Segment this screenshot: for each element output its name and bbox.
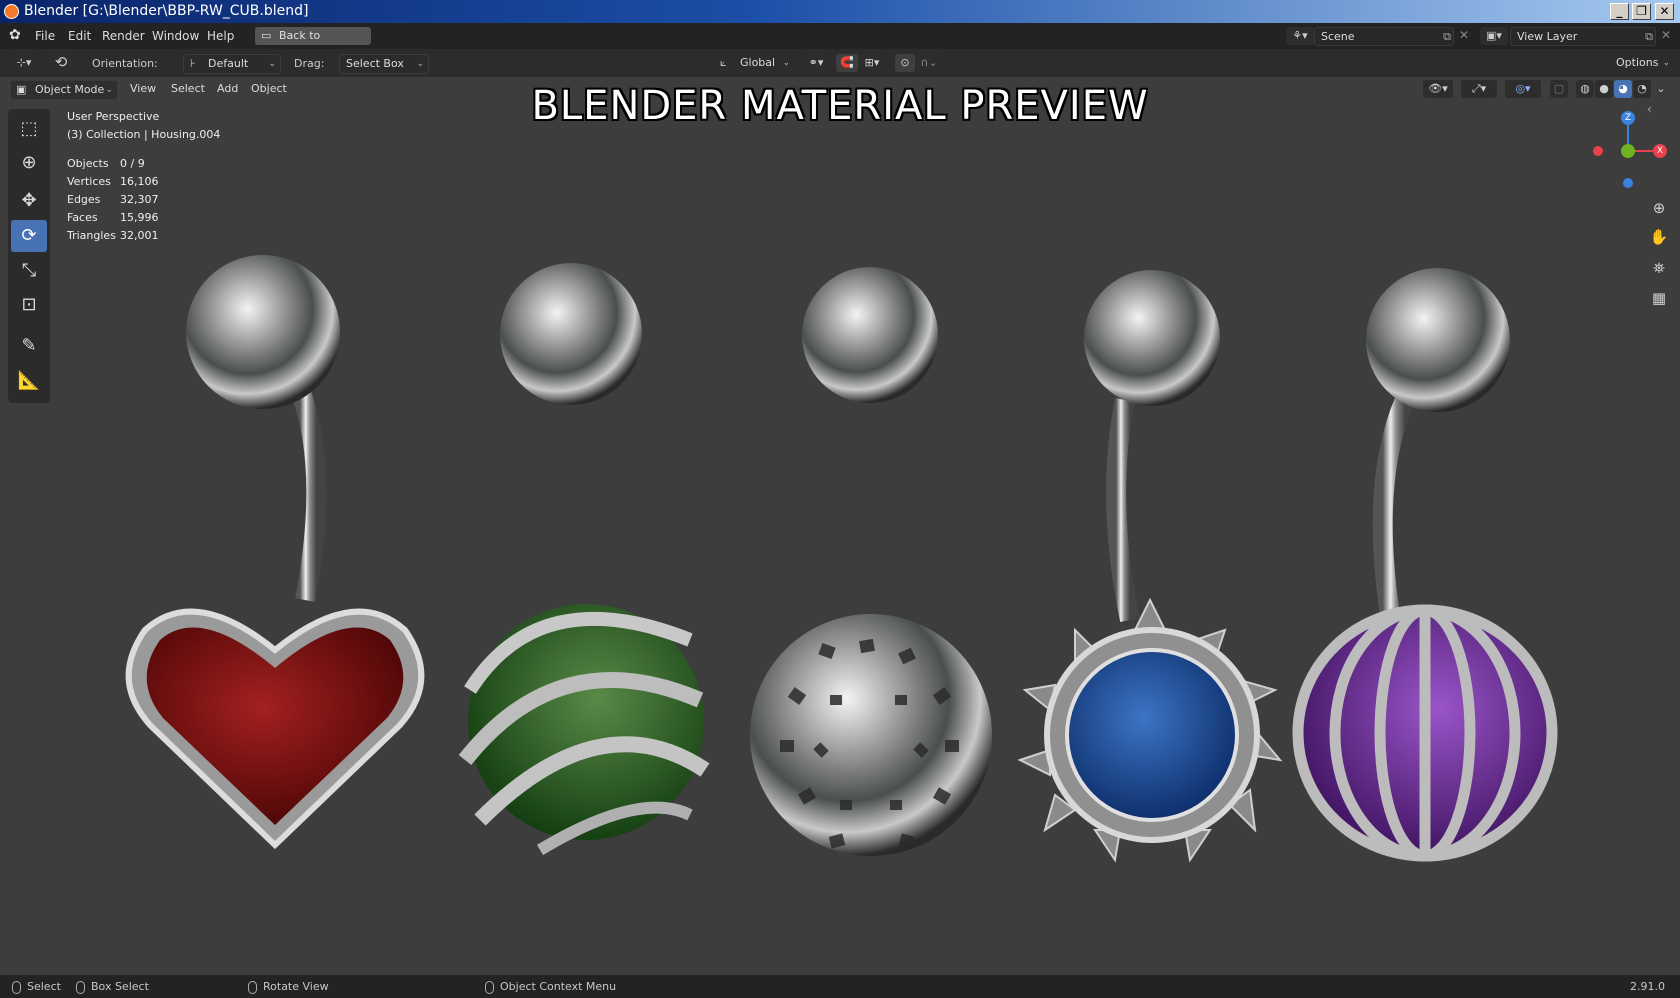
status-context-menu-label: Object Context Menu bbox=[500, 980, 617, 993]
scene-render bbox=[125, 255, 1558, 863]
status-context-menu: Object Context Menu bbox=[485, 975, 616, 998]
status-rotate-view-label: Rotate View bbox=[263, 980, 329, 993]
heart-belly-ring[interactable] bbox=[125, 255, 425, 850]
mouse-right-icon bbox=[485, 980, 494, 994]
status-rotate-view: Rotate View bbox=[248, 975, 329, 998]
mouse-left-icon bbox=[12, 980, 21, 994]
filigree-belly-ring[interactable] bbox=[750, 267, 992, 856]
mouse-left-drag-icon bbox=[76, 980, 85, 994]
mouse-middle-icon bbox=[248, 980, 257, 994]
status-box-select: Box Select bbox=[76, 975, 149, 998]
version-label: 2.91.0 bbox=[1630, 980, 1665, 993]
sun-belly-ring[interactable] bbox=[1017, 270, 1283, 863]
status-select-label: Select bbox=[27, 980, 61, 993]
cage-belly-ring[interactable] bbox=[1292, 268, 1558, 862]
status-bar: Select Box Select Rotate View Object Con… bbox=[0, 975, 1680, 998]
status-box-select-label: Box Select bbox=[91, 980, 149, 993]
swirl-belly-ring[interactable] bbox=[458, 263, 710, 856]
status-select: Select bbox=[12, 975, 61, 998]
